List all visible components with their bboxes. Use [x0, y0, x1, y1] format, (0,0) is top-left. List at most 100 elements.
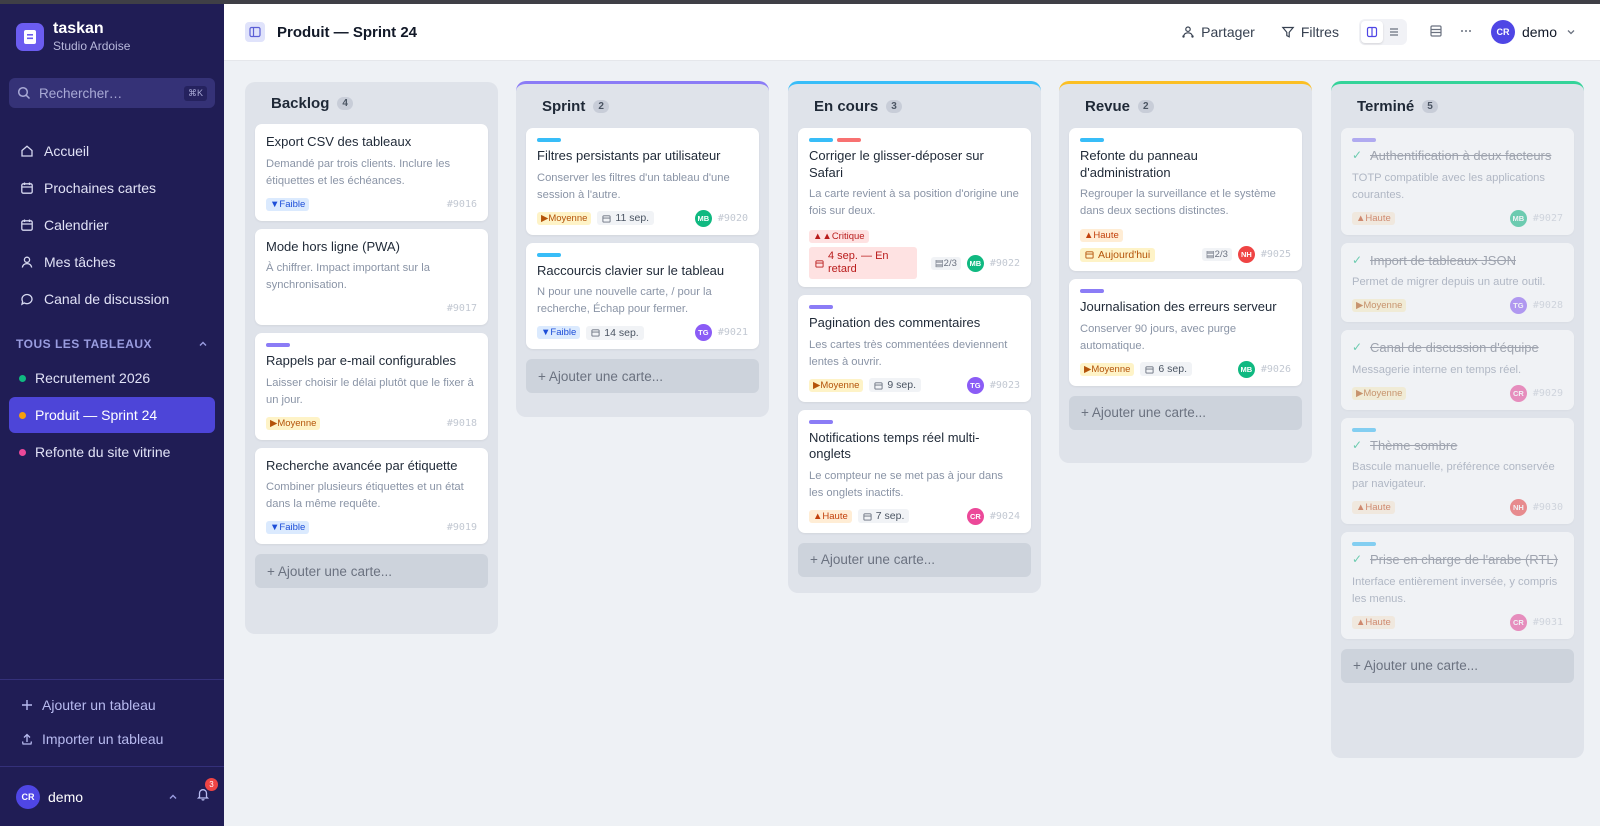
avatar[interactable]: MB: [966, 254, 984, 272]
share-button[interactable]: Partager: [1181, 24, 1255, 40]
card[interactable]: Rappels par e-mail configurables Laisser…: [255, 333, 488, 440]
nav-label: Mes tâches: [44, 253, 116, 270]
share-users-icon: [1182, 26, 1194, 38]
card-footer: 4 sep. — En retard ▤ 2/3 MB #9022: [809, 247, 1020, 279]
card[interactable]: Recherche avancée par étiquette Combiner…: [255, 447, 488, 544]
import-board-button[interactable]: Importer un tableau: [0, 722, 224, 756]
calendar-icon: [815, 259, 824, 268]
search-input[interactable]: Rechercher… ⌘K: [9, 78, 215, 108]
card-title: Filtres persistants par utilisateur: [537, 148, 721, 163]
card[interactable]: Raccourcis clavier sur le tableau N pour…: [526, 242, 759, 349]
avatar[interactable]: TG: [966, 376, 984, 394]
priority-label: Haute: [1365, 212, 1391, 224]
priority-badge: ▶ Moyenne: [1080, 362, 1135, 376]
card-title: Import de tableaux JSON: [1370, 252, 1516, 268]
boards-section-header[interactable]: TOUS LES TABLEAUX: [0, 329, 224, 359]
card-id: #9016: [446, 198, 477, 210]
card[interactable]: Pagination des commentaires Les cartes t…: [798, 295, 1031, 402]
add-card-button[interactable]: + Ajouter une carte...: [1341, 648, 1574, 683]
sidebar-board-produit-sprint[interactable]: Produit — Sprint 24: [9, 397, 215, 433]
header-user-name: demo: [1521, 24, 1557, 40]
label-blue: [537, 252, 561, 257]
card[interactable]: ✓ Prise en charge de l'arabe (RTL) Inter…: [1341, 532, 1574, 639]
card-description: Regrouper la surveillance et le système …: [1080, 188, 1276, 217]
card[interactable]: Export CSV des tableaux Demandé par troi…: [255, 124, 488, 221]
avatar[interactable]: CR: [966, 507, 984, 525]
avatar[interactable]: CR: [1509, 384, 1527, 402]
nav-label: Prochaines cartes: [44, 179, 157, 196]
nav-item-calendrier[interactable]: Calendrier: [0, 206, 224, 243]
card-description: À chiffrer. Impact important sur la sync…: [266, 262, 430, 291]
avatar[interactable]: MB: [1509, 209, 1527, 227]
nav-label: Canal de discussion: [44, 290, 170, 307]
list-view-icon[interactable]: [1383, 21, 1405, 43]
priority-high-icon: ▲: [1356, 502, 1366, 513]
nav-item-accueil[interactable]: Accueil: [0, 132, 224, 169]
subtasks-chip: ▤ 2/3: [1201, 248, 1232, 261]
priority-label: Faible: [279, 198, 306, 210]
card-description: Laisser choisir le délai plutôt que le f…: [266, 376, 474, 406]
card-labels: [537, 138, 748, 142]
header-user-menu[interactable]: CR demo: [1490, 20, 1576, 44]
avatar[interactable]: MB: [694, 209, 712, 227]
card-title: Journalisation des erreurs serveur: [1080, 299, 1277, 314]
calendar-icon: [21, 182, 33, 194]
calendar-icon: [874, 381, 883, 390]
sidebar-board-recrutement[interactable]: Recrutement 2026: [9, 360, 215, 396]
board-label: Produit — Sprint 24: [35, 407, 158, 423]
avatar[interactable]: MB: [1237, 360, 1255, 378]
upload-icon: [22, 733, 32, 745]
add-card-button[interactable]: + Ajouter une carte...: [1069, 395, 1302, 430]
card[interactable]: Refonte du panneau d'administration Regr…: [1069, 128, 1302, 271]
column-title: En cours: [814, 97, 879, 115]
check-icon: ✓: [1352, 340, 1363, 354]
card[interactable]: ✓ Canal de discussion d'équipe Messageri…: [1341, 330, 1574, 410]
filters-button[interactable]: Filtres: [1281, 24, 1339, 40]
add-board-button[interactable]: Ajouter un tableau: [0, 688, 224, 722]
board-view-icon[interactable]: [1360, 21, 1383, 43]
nav-item-mes-taches[interactable]: Mes tâches: [0, 243, 224, 280]
priority-label: Haute: [1093, 230, 1119, 241]
search-shortcut: ⌘K: [183, 85, 207, 101]
import-board-label: Importer un tableau: [42, 731, 164, 747]
add-card-button[interactable]: + Ajouter une carte...: [526, 359, 759, 393]
card[interactable]: Corriger le glisser-déposer sur Safari L…: [798, 128, 1031, 287]
label-violet: [1080, 289, 1104, 293]
column-header[interactable]: Backlog 4: [255, 82, 488, 124]
add-card-button[interactable]: + Ajouter une carte...: [798, 542, 1031, 577]
column-header[interactable]: Terminé 5: [1341, 84, 1574, 128]
card[interactable]: Journalisation des erreurs serveur Conse…: [1069, 279, 1302, 386]
card[interactable]: ✓ Import de tableaux JSON Permet de migr…: [1341, 242, 1574, 322]
notifications-button[interactable]: 3: [196, 778, 218, 806]
avatar[interactable]: NH: [1509, 499, 1527, 516]
sidebar-board-refonte-site[interactable]: Refonte du site vitrine: [9, 434, 215, 470]
card-description: Bascule manuelle, préférence conservée p…: [1352, 461, 1555, 490]
card-description: Conserver les filtres d'un tableau d'une…: [537, 171, 730, 201]
avatar[interactable]: CR: [1509, 613, 1527, 631]
avatar[interactable]: TG: [1509, 297, 1527, 314]
card[interactable]: ✓ Thème sombre Bascule manuelle, préfére…: [1341, 417, 1574, 524]
brand[interactable]: taskan Studio Ardoise: [0, 4, 224, 70]
avatar[interactable]: CR: [16, 784, 40, 809]
column-header[interactable]: Revue 2: [1069, 84, 1302, 128]
add-card-button[interactable]: + Ajouter une carte...: [255, 554, 488, 588]
avatar[interactable]: TG: [694, 324, 712, 341]
card[interactable]: ✓ Authentification à deux facteurs TOTP …: [1341, 128, 1574, 235]
avatar[interactable]: NH: [1237, 246, 1255, 263]
column-header[interactable]: Sprint 2: [526, 84, 759, 128]
nav-item-canal-discussion[interactable]: Canal de discussion: [0, 280, 224, 317]
label-violet: [809, 305, 833, 309]
card-title: Canal de discussion d'équipe: [1370, 340, 1539, 355]
archive-icon[interactable]: [1429, 24, 1443, 41]
card[interactable]: Mode hors ligne (PWA) À chiffrer. Impact…: [255, 228, 488, 325]
chevron-up-icon[interactable]: [168, 792, 178, 802]
card-labels: [1080, 289, 1291, 293]
card[interactable]: Notifications temps réel multi-onglets L…: [798, 409, 1031, 533]
more-options-icon[interactable]: [1459, 24, 1473, 41]
nav-item-prochaines-cartes[interactable]: Prochaines cartes: [0, 169, 224, 206]
card[interactable]: Filtres persistants par utilisateur Cons…: [526, 128, 759, 235]
column-header[interactable]: En cours 3: [798, 84, 1031, 128]
sidebar-toggle-icon[interactable]: [245, 22, 265, 42]
subtasks-count: 2/3: [943, 257, 957, 269]
filters-label: Filtres: [1300, 24, 1339, 40]
